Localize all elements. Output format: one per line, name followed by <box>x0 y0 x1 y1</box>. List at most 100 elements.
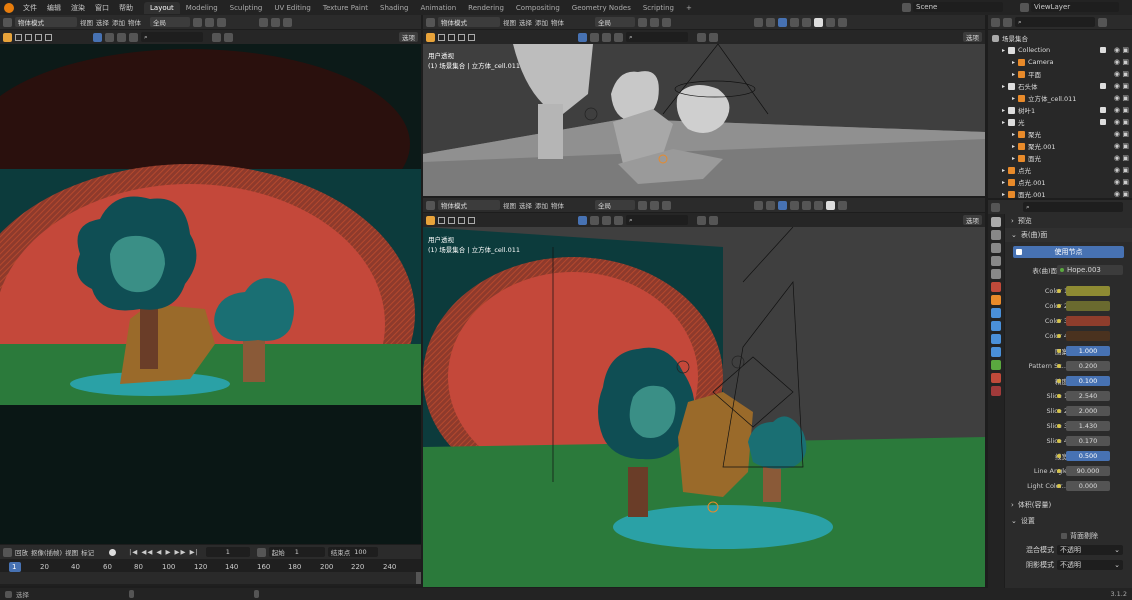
outliner-item[interactable]: ▸ 面光 ◉ ▣ <box>988 152 1132 164</box>
output-tab-icon[interactable] <box>991 243 1001 253</box>
proportional-edit-icon[interactable] <box>662 200 671 210</box>
top-viewport[interactable]: 用户透视 (1) 场景集合 | 立方体_cell.011 <box>423 43 985 196</box>
number-field[interactable]: 0.500 <box>1066 450 1110 461</box>
playback-controls-icon[interactable]: |◀ ◀◀ ◀ ▶ ▶▶ ▶| <box>129 548 199 556</box>
shading-render-icon[interactable] <box>614 32 623 42</box>
scene-field[interactable]: Scene <box>913 2 1003 12</box>
shading-solid-icon[interactable] <box>590 215 599 225</box>
view-options-icon[interactable] <box>709 32 718 42</box>
outliner-item[interactable]: ▸ 点光 ◉ ▣ <box>988 164 1132 176</box>
menu-render[interactable]: 渲染 <box>66 3 90 13</box>
world-tab-icon[interactable] <box>991 282 1001 292</box>
tab-layout[interactable]: Layout <box>144 1 180 14</box>
current-frame-field[interactable]: 1 <box>205 547 250 557</box>
expand-arrow-icon[interactable]: ▸ <box>1012 131 1015 138</box>
menu-object[interactable]: 物体 <box>551 200 564 210</box>
options-button[interactable]: 选项 <box>963 32 982 42</box>
shading-wire-icon[interactable] <box>802 200 811 210</box>
select-subtract-icon[interactable] <box>35 33 42 41</box>
expand-arrow-icon[interactable]: ▸ <box>1002 107 1005 114</box>
tab-uv-editing[interactable]: UV Editing <box>268 2 317 14</box>
viewport-shading-icon[interactable] <box>578 215 587 225</box>
data-tab-icon[interactable] <box>991 360 1001 370</box>
search-field[interactable]: ⌕ <box>141 32 203 42</box>
shading-solid-icon[interactable] <box>814 17 823 27</box>
filter-icon[interactable] <box>212 32 221 42</box>
number-field[interactable]: 90.000 <box>1066 465 1110 476</box>
render-camera-icon[interactable]: ▣ <box>1122 178 1129 186</box>
tab-texture-paint[interactable]: Texture Paint <box>317 2 374 14</box>
eye-icon[interactable]: ◉ <box>1114 46 1120 54</box>
render-camera-icon[interactable]: ▣ <box>1122 118 1129 126</box>
menu-add[interactable]: 添加 <box>112 17 125 27</box>
shading-wire-icon[interactable] <box>802 17 811 27</box>
object-tab-icon[interactable] <box>991 295 1001 305</box>
start-frame-field[interactable]: 起始 1 <box>268 547 325 557</box>
menu-file[interactable]: 文件 <box>18 3 42 13</box>
modifier-tab-icon[interactable] <box>991 308 1001 318</box>
select-tool-icon[interactable] <box>3 32 12 42</box>
snap-icon[interactable] <box>650 17 659 27</box>
select-mode-icon[interactable] <box>15 33 22 41</box>
volume-section[interactable]: › 体积(容量) <box>1005 498 1132 512</box>
tab-rendering[interactable]: Rendering <box>462 2 510 14</box>
outliner-item[interactable]: ▸ 点光.001 ◉ ▣ <box>988 176 1132 188</box>
eye-icon[interactable]: ◉ <box>1114 142 1120 150</box>
menu-view[interactable]: 视图 <box>65 547 78 557</box>
eye-icon[interactable]: ◉ <box>1114 82 1120 90</box>
view-layer-field[interactable]: ViewLayer <box>1031 2 1119 12</box>
render-camera-icon[interactable]: ▣ <box>1122 106 1129 114</box>
select-subtract-icon[interactable] <box>458 33 465 41</box>
properties-editor-icon[interactable] <box>991 202 1000 212</box>
outliner-search[interactable]: ⌕ <box>1015 17 1095 27</box>
outliner-item[interactable]: ▸ 树叶1 ◉ ▣ <box>988 104 1132 116</box>
filter-icon[interactable] <box>697 215 706 225</box>
number-field[interactable]: 2.000 <box>1066 405 1110 416</box>
expand-arrow-icon[interactable]: ▸ <box>1012 95 1015 102</box>
expand-arrow-icon[interactable]: ▸ <box>1012 155 1015 162</box>
menu-help[interactable]: 帮助 <box>114 3 138 13</box>
left-viewport[interactable] <box>0 44 421 544</box>
shading-material-icon[interactable] <box>602 215 611 225</box>
shading-material-icon[interactable] <box>826 17 835 27</box>
render-camera-icon[interactable]: ▣ <box>1122 58 1129 66</box>
tab-scripting[interactable]: Scripting <box>637 2 680 14</box>
eye-icon[interactable]: ◉ <box>1114 70 1120 78</box>
editor-type-icon[interactable] <box>426 17 435 27</box>
menu-marker[interactable]: 标记 <box>81 547 94 557</box>
expand-arrow-icon[interactable]: ▸ <box>1012 143 1015 150</box>
pivot-icon[interactable] <box>638 200 647 210</box>
menu-window[interactable]: 窗口 <box>90 3 114 13</box>
view-options-icon[interactable] <box>709 215 718 225</box>
search-field[interactable]: ⌕ <box>626 215 688 225</box>
outliner-item[interactable]: ▸ Collection ◉ ▣ <box>988 44 1132 56</box>
outliner-root[interactable]: 场景集合 <box>988 32 1132 44</box>
tab-shading[interactable]: Shading <box>374 2 414 14</box>
outliner-item[interactable]: ▸ Camera ◉ ▣ <box>988 56 1132 68</box>
menu-object[interactable]: 物体 <box>551 17 564 27</box>
visibility-icon[interactable] <box>754 17 763 27</box>
expand-arrow-icon[interactable]: ▸ <box>1002 119 1005 126</box>
editor-type-icon[interactable] <box>3 17 12 27</box>
viewport-shading-icon[interactable] <box>578 32 587 42</box>
backface-culling-checkbox[interactable]: 背面剔除 <box>1005 530 1132 542</box>
outliner-editor-icon[interactable] <box>991 17 1000 27</box>
blend-mode-dropdown[interactable]: 不透明 ⌄ <box>1057 544 1123 555</box>
visibility-icon[interactable] <box>259 17 268 27</box>
color-swatch[interactable] <box>1066 315 1110 326</box>
outliner-item[interactable]: ▸ 平面 ◉ ▣ <box>988 68 1132 80</box>
number-field[interactable]: 0.200 <box>1066 360 1110 371</box>
select-invert-icon[interactable] <box>468 33 475 41</box>
end-frame-field[interactable]: 结束点 100 <box>327 547 378 557</box>
menu-view[interactable]: 视图 <box>503 17 516 27</box>
mode-dropdown[interactable]: 物体模式 <box>438 17 500 27</box>
tab-sculpting[interactable]: Sculpting <box>224 2 269 14</box>
expand-arrow-icon[interactable]: ▸ <box>1012 59 1015 66</box>
proportional-edit-icon[interactable] <box>217 17 226 27</box>
render-camera-icon[interactable]: ▣ <box>1122 130 1129 138</box>
tool-tab-icon[interactable] <box>991 217 1001 227</box>
visibility-icon[interactable] <box>754 200 763 210</box>
select-invert-icon[interactable] <box>468 216 475 224</box>
tab-compositing[interactable]: Compositing <box>510 2 566 14</box>
scene-icon[interactable] <box>902 2 911 12</box>
